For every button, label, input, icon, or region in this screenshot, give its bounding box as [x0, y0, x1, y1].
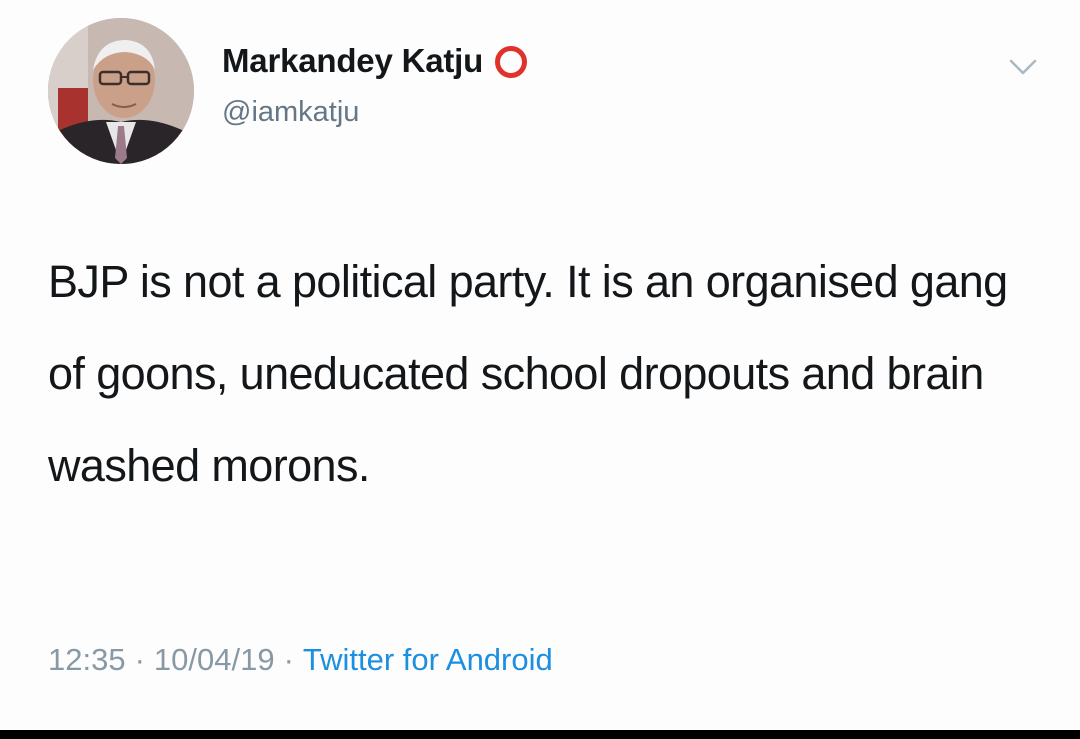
- bottom-border: [0, 730, 1080, 739]
- tweet-card: Markandey Katju @iamkatju BJP is not a p…: [0, 0, 1080, 730]
- red-ring-icon: [495, 46, 528, 78]
- display-name[interactable]: Markandey Katju: [222, 42, 528, 80]
- user-handle[interactable]: @iamkatju: [222, 96, 359, 129]
- tweet-meta: 12:35 · 10/04/19 · Twitter for Android: [48, 642, 553, 678]
- tweet-date: 10/04/19: [153, 642, 275, 677]
- chevron-down-icon[interactable]: [1006, 50, 1040, 84]
- display-name-text[interactable]: Markandey Katju: [222, 42, 483, 80]
- tweet-time: 12:35: [48, 642, 126, 677]
- tweet-source-link[interactable]: Twitter for Android: [303, 642, 553, 677]
- meta-separator: ·: [283, 642, 294, 677]
- tweet-text: BJP is not a political party. It is an o…: [48, 256, 1008, 491]
- meta-separator: ·: [134, 642, 145, 677]
- profile-photo-icon: [48, 18, 194, 164]
- avatar[interactable]: [48, 18, 194, 164]
